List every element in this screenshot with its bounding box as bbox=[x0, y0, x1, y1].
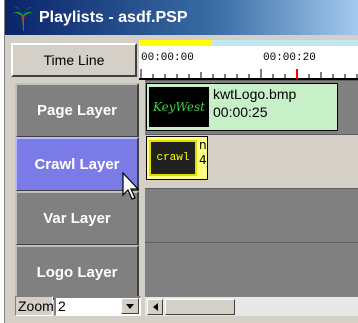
playlists-window: Playlists - asdf.PSP Time Line 00:00:00 … bbox=[4, 0, 358, 323]
scroll-left-button[interactable] bbox=[147, 299, 163, 315]
clip-duration: 00:00:25 bbox=[213, 104, 268, 120]
timeline-ruler[interactable]: 00:00:00 00:00:20 bbox=[139, 40, 358, 80]
clip-name: n bbox=[199, 138, 207, 152]
var-layer-button[interactable]: Var Layer bbox=[15, 191, 139, 246]
crawl-layer-button[interactable]: Crawl Layer bbox=[15, 137, 139, 192]
ruler-tick-label: 00:00:00 bbox=[141, 52, 194, 64]
var-layer-track[interactable] bbox=[145, 188, 358, 245]
palm-tree-icon bbox=[11, 6, 35, 31]
page-clip[interactable]: KeyWest kwtLogo.bmp 00:00:25 bbox=[146, 83, 338, 131]
mouse-pointer-icon bbox=[122, 172, 140, 200]
window-title: Playlists - asdf.PSP bbox=[39, 8, 188, 26]
ruler-remaining-bar bbox=[211, 40, 358, 46]
clip-duration: 4 bbox=[199, 153, 207, 167]
dropdown-arrow-icon[interactable] bbox=[121, 298, 139, 314]
timeline-button[interactable]: Time Line bbox=[11, 43, 137, 77]
ruler-tick-label: 00:00:20 bbox=[263, 52, 316, 64]
page-layer-button[interactable]: Page Layer bbox=[15, 83, 139, 138]
arrow-left-icon bbox=[152, 303, 158, 311]
horizontal-scrollbar[interactable] bbox=[145, 296, 358, 316]
clip-thumbnail: KeyWest bbox=[149, 87, 209, 127]
ruler-ticks bbox=[139, 69, 358, 79]
title-bar[interactable]: Playlists - asdf.PSP bbox=[5, 0, 358, 35]
crawl-clip[interactable]: crawl n 4 bbox=[146, 136, 208, 180]
clip-filename: kwtLogo.bmp bbox=[213, 86, 297, 102]
logo-layer-track[interactable] bbox=[145, 242, 358, 299]
chevron-down-icon bbox=[126, 303, 134, 309]
scrollbar-thumb[interactable] bbox=[165, 299, 235, 315]
zoom-label: Zoom bbox=[15, 296, 54, 316]
ruler-played-bar bbox=[139, 40, 211, 46]
clip-thumbnail: crawl bbox=[149, 140, 197, 176]
logo-layer-button[interactable]: Logo Layer bbox=[15, 245, 139, 300]
